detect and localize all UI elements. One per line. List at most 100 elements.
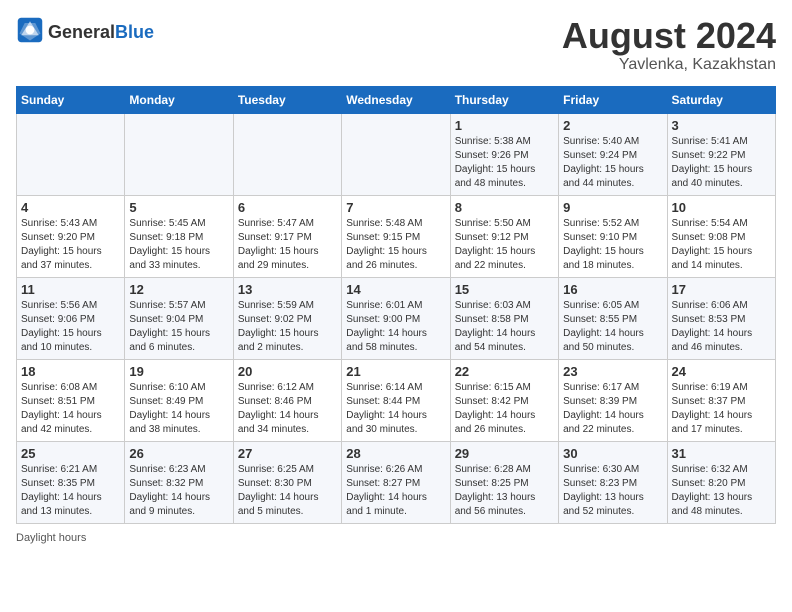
day-info: Sunrise: 6:15 AM Sunset: 8:42 PM Dayligh… (455, 381, 554, 437)
calendar-day-cell (17, 113, 125, 195)
calendar-day-cell: 12 Sunrise: 5:57 AM Sunset: 9:04 PM Dayli… (125, 277, 233, 359)
footer-note: Daylight hours (16, 532, 776, 544)
day-info: Sunrise: 6:03 AM Sunset: 8:58 PM Dayligh… (455, 299, 554, 355)
day-number: 21 (346, 364, 445, 379)
calendar-day-cell: 3 Sunrise: 5:41 AM Sunset: 9:22 PM Daylig… (667, 113, 775, 195)
calendar-day-cell: 15 Sunrise: 6:03 AM Sunset: 8:58 PM Dayli… (450, 277, 558, 359)
location: Yavlenka, Kazakhstan (562, 56, 776, 74)
calendar-day-cell (125, 113, 233, 195)
day-number: 29 (455, 446, 554, 461)
calendar-day-cell: 21 Sunrise: 6:14 AM Sunset: 8:44 PM Dayli… (342, 359, 450, 441)
day-info: Sunrise: 6:26 AM Sunset: 8:27 PM Dayligh… (346, 463, 445, 519)
calendar-day-cell: 7 Sunrise: 5:48 AM Sunset: 9:15 PM Daylig… (342, 195, 450, 277)
logo-text: General Blue (48, 23, 154, 43)
logo-general: General (48, 23, 115, 43)
day-number: 24 (672, 364, 771, 379)
calendar-day-cell: 22 Sunrise: 6:15 AM Sunset: 8:42 PM Dayli… (450, 359, 558, 441)
day-info: Sunrise: 6:19 AM Sunset: 8:37 PM Dayligh… (672, 381, 771, 437)
calendar-day-cell: 20 Sunrise: 6:12 AM Sunset: 8:46 PM Dayli… (233, 359, 341, 441)
calendar-day-cell: 8Sunrise: 5:50 AM Sunset: 9:12 PM Daylig… (450, 195, 558, 277)
calendar-day-cell: 14 Sunrise: 6:01 AM Sunset: 9:00 PM Dayli… (342, 277, 450, 359)
day-of-week-header: Thursday (450, 86, 558, 113)
calendar-day-cell: 6Sunrise: 5:47 AM Sunset: 9:17 PM Daylig… (233, 195, 341, 277)
day-info: Sunrise: 5:56 AM Sunset: 9:06 PM Dayligh… (21, 299, 120, 355)
day-info: Sunrise: 5:50 AM Sunset: 9:12 PM Dayligh… (455, 217, 554, 273)
day-number: 23 (563, 364, 662, 379)
day-number: 18 (21, 364, 120, 379)
calendar-header-row: SundayMondayTuesdayWednesdayThursdayFrid… (17, 86, 776, 113)
calendar-week-row: 1 Sunrise: 5:38 AM Sunset: 9:26 PM Daylig… (17, 113, 776, 195)
title-area: August 2024 Yavlenka, Kazakhstan (562, 16, 776, 74)
day-number: 12 (129, 282, 228, 297)
day-number: 26 (129, 446, 228, 461)
day-info: Sunrise: 6:21 AM Sunset: 8:35 PM Dayligh… (21, 463, 120, 519)
day-number: 19 (129, 364, 228, 379)
day-info: Sunrise: 5:38 AM Sunset: 9:26 PM Dayligh… (455, 135, 554, 191)
day-info: Sunrise: 5:57 AM Sunset: 9:04 PM Dayligh… (129, 299, 228, 355)
calendar-table: SundayMondayTuesdayWednesdayThursdayFrid… (16, 86, 776, 524)
logo-icon (16, 16, 44, 49)
calendar-day-cell: 18 Sunrise: 6:08 AM Sunset: 8:51 PM Dayli… (17, 359, 125, 441)
day-of-week-header: Wednesday (342, 86, 450, 113)
day-info: Sunrise: 5:54 AM Sunset: 9:08 PM Dayligh… (672, 217, 771, 273)
day-number: 25 (21, 446, 120, 461)
day-info: Sunrise: 6:32 AM Sunset: 8:20 PM Dayligh… (672, 463, 771, 519)
day-number: 4 (21, 200, 120, 215)
day-of-week-header: Saturday (667, 86, 775, 113)
calendar-day-cell: 9Sunrise: 5:52 AM Sunset: 9:10 PM Daylig… (559, 195, 667, 277)
day-info: Sunrise: 6:08 AM Sunset: 8:51 PM Dayligh… (21, 381, 120, 437)
calendar-day-cell: 30 Sunrise: 6:30 AM Sunset: 8:23 PM Dayli… (559, 441, 667, 523)
calendar-day-cell (233, 113, 341, 195)
calendar-week-row: 25 Sunrise: 6:21 AM Sunset: 8:35 PM Dayli… (17, 441, 776, 523)
calendar-day-cell (342, 113, 450, 195)
day-info: Sunrise: 6:06 AM Sunset: 8:53 PM Dayligh… (672, 299, 771, 355)
calendar-day-cell: 31 Sunrise: 6:32 AM Sunset: 8:20 PM Dayli… (667, 441, 775, 523)
calendar-day-cell: 5 Sunrise: 5:45 AM Sunset: 9:18 PM Daylig… (125, 195, 233, 277)
calendar-day-cell: 29 Sunrise: 6:28 AM Sunset: 8:25 PM Dayli… (450, 441, 558, 523)
day-info: Sunrise: 6:17 AM Sunset: 8:39 PM Dayligh… (563, 381, 662, 437)
day-number: 2 (563, 118, 662, 133)
calendar-day-cell: 28 Sunrise: 6:26 AM Sunset: 8:27 PM Dayli… (342, 441, 450, 523)
day-number: 27 (238, 446, 337, 461)
day-info: Sunrise: 6:01 AM Sunset: 9:00 PM Dayligh… (346, 299, 445, 355)
day-number: 16 (563, 282, 662, 297)
day-info: Sunrise: 6:23 AM Sunset: 8:32 PM Dayligh… (129, 463, 228, 519)
day-number: 1 (455, 118, 554, 133)
header: General Blue August 2024 Yavlenka, Kazak… (16, 16, 776, 74)
day-number: 30 (563, 446, 662, 461)
day-info: Sunrise: 6:05 AM Sunset: 8:55 PM Dayligh… (563, 299, 662, 355)
calendar-day-cell: 24 Sunrise: 6:19 AM Sunset: 8:37 PM Dayli… (667, 359, 775, 441)
calendar-day-cell: 1 Sunrise: 5:38 AM Sunset: 9:26 PM Daylig… (450, 113, 558, 195)
day-info: Sunrise: 6:14 AM Sunset: 8:44 PM Dayligh… (346, 381, 445, 437)
month-year: August 2024 (562, 16, 776, 56)
day-number: 5 (129, 200, 228, 215)
day-info: Sunrise: 5:41 AM Sunset: 9:22 PM Dayligh… (672, 135, 771, 191)
day-number: 28 (346, 446, 445, 461)
day-of-week-header: Sunday (17, 86, 125, 113)
daylight-hours-label: Daylight hours (16, 532, 86, 544)
day-number: 15 (455, 282, 554, 297)
calendar-day-cell: 2Sunrise: 5:40 AM Sunset: 9:24 PM Daylig… (559, 113, 667, 195)
day-info: Sunrise: 5:52 AM Sunset: 9:10 PM Dayligh… (563, 217, 662, 273)
day-number: 10 (672, 200, 771, 215)
calendar-day-cell: 13Sunrise: 5:59 AM Sunset: 9:02 PM Dayli… (233, 277, 341, 359)
day-number: 31 (672, 446, 771, 461)
calendar-day-cell: 26 Sunrise: 6:23 AM Sunset: 8:32 PM Dayli… (125, 441, 233, 523)
day-info: Sunrise: 5:48 AM Sunset: 9:15 PM Dayligh… (346, 217, 445, 273)
day-number: 3 (672, 118, 771, 133)
calendar-day-cell: 11 Sunrise: 5:56 AM Sunset: 9:06 PM Dayli… (17, 277, 125, 359)
day-number: 14 (346, 282, 445, 297)
calendar-day-cell: 17Sunrise: 6:06 AM Sunset: 8:53 PM Dayli… (667, 277, 775, 359)
day-number: 11 (21, 282, 120, 297)
day-number: 7 (346, 200, 445, 215)
day-info: Sunrise: 6:12 AM Sunset: 8:46 PM Dayligh… (238, 381, 337, 437)
day-info: Sunrise: 6:28 AM Sunset: 8:25 PM Dayligh… (455, 463, 554, 519)
day-info: Sunrise: 5:45 AM Sunset: 9:18 PM Dayligh… (129, 217, 228, 273)
day-of-week-header: Tuesday (233, 86, 341, 113)
day-info: Sunrise: 5:59 AM Sunset: 9:02 PM Dayligh… (238, 299, 337, 355)
day-number: 22 (455, 364, 554, 379)
day-info: Sunrise: 6:10 AM Sunset: 8:49 PM Dayligh… (129, 381, 228, 437)
calendar-day-cell: 19 Sunrise: 6:10 AM Sunset: 8:49 PM Dayli… (125, 359, 233, 441)
day-info: Sunrise: 6:30 AM Sunset: 8:23 PM Dayligh… (563, 463, 662, 519)
day-number: 20 (238, 364, 337, 379)
